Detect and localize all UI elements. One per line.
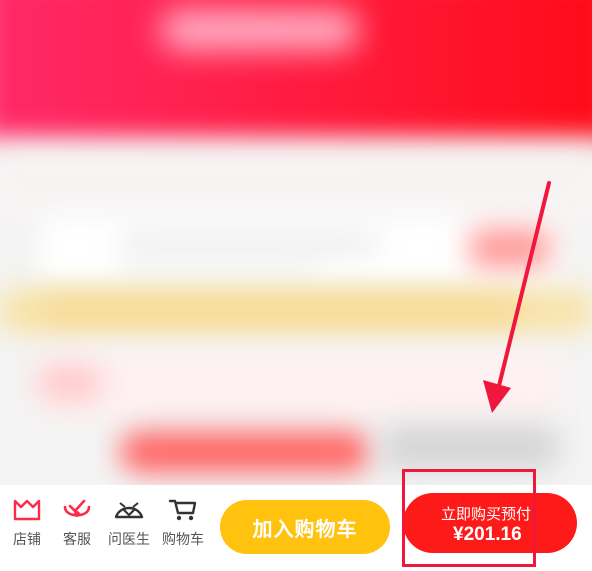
blurred-red-button <box>120 432 370 472</box>
blurred-coupon-block <box>40 355 560 415</box>
shop-icon <box>13 499 41 521</box>
blurred-tag <box>470 228 550 268</box>
nav-label: 客服 <box>63 531 91 547</box>
blurred-text-line <box>120 262 320 274</box>
nav-item-shop[interactable]: 店铺 <box>0 497 54 549</box>
doctor-icon <box>114 502 144 519</box>
blurred-coupon-chip <box>40 368 100 398</box>
add-to-cart-button[interactable]: 加入购物车 <box>220 500 390 554</box>
annotation-highlight-box <box>402 469 536 567</box>
blurred-promo-text <box>40 300 520 320</box>
customer-service-icon <box>63 499 91 517</box>
blurred-text-line <box>120 235 380 251</box>
nav-item-cart[interactable]: 购物车 <box>156 497 210 549</box>
blurred-gray-band <box>0 150 592 220</box>
nav-label: 店铺 <box>13 531 41 547</box>
nav-label: 问医生 <box>108 531 150 547</box>
blurred-gray-button <box>380 425 560 470</box>
nav-label: 购物车 <box>162 531 204 547</box>
nav-item-ask-doctor[interactable]: 问医生 <box>102 497 156 549</box>
blurred-header-pill <box>160 10 360 50</box>
nav-item-customer-service[interactable]: 客服 <box>50 497 104 549</box>
cart-icon <box>168 499 197 521</box>
